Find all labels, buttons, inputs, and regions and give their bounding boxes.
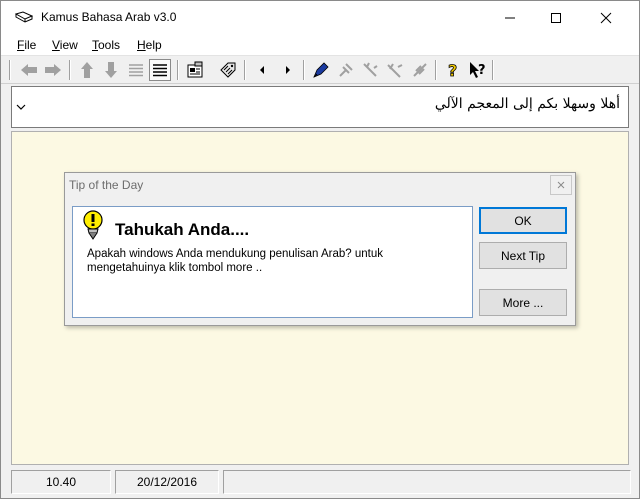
- back-button[interactable]: [18, 59, 40, 81]
- minimize-icon: [505, 17, 515, 18]
- toolbar-separator: [244, 60, 246, 80]
- previous-button[interactable]: [251, 59, 273, 81]
- context-help-button[interactable]: ?: [467, 59, 489, 81]
- detail-view-button[interactable]: [149, 59, 171, 81]
- maximize-icon: [551, 12, 561, 23]
- tool-2-button[interactable]: [359, 59, 381, 81]
- properties-icon: [187, 61, 203, 78]
- tool-4-button[interactable]: [409, 59, 431, 81]
- toolbar-separator: [69, 60, 71, 80]
- status-bar: 10.40 20/12/2016: [1, 467, 639, 498]
- tag-button[interactable]: [217, 59, 239, 81]
- dialog-close-button[interactable]: [550, 175, 572, 195]
- list-view-button[interactable]: [125, 59, 147, 81]
- menu-bar: File View Tools Help: [1, 34, 639, 56]
- svg-text:?: ?: [478, 63, 486, 78]
- window-title: Kamus Bahasa Arab v3.0: [41, 10, 177, 24]
- svg-text:?: ?: [448, 61, 457, 79]
- down-button[interactable]: [100, 59, 122, 81]
- lines-dark-icon: [153, 64, 167, 77]
- minimize-button[interactable]: [487, 1, 533, 34]
- tools-2-icon: [363, 62, 378, 77]
- forward-button[interactable]: [42, 59, 64, 81]
- status-date: 20/12/2016: [115, 470, 219, 494]
- menu-help[interactable]: Help: [137, 38, 162, 52]
- toolbar-separator: [177, 60, 179, 80]
- maximize-button[interactable]: [533, 1, 579, 34]
- triangle-left-icon: [260, 66, 264, 74]
- tools-3-icon: [387, 63, 403, 78]
- chevron-down-icon[interactable]: [15, 101, 27, 113]
- menu-tools[interactable]: Tools: [92, 38, 120, 52]
- word-combo-box[interactable]: أهلا وسهلا بكم إلى المعجم الآلي: [11, 86, 629, 128]
- pen-icon: [313, 62, 329, 78]
- menu-file[interactable]: File: [17, 38, 36, 52]
- next-button[interactable]: [277, 59, 299, 81]
- toolbar: ? ?: [1, 57, 639, 84]
- context-help-icon: ?: [470, 62, 486, 78]
- up-button[interactable]: [76, 59, 98, 81]
- lines-light-icon: [129, 64, 143, 77]
- combo-value: أهلا وسهلا بكم إلى المعجم الآلي: [434, 96, 620, 112]
- arrow-down-icon: [105, 62, 117, 78]
- close-icon: [557, 181, 565, 189]
- app-book-icon: [14, 10, 34, 24]
- arrow-left-icon: [21, 64, 37, 76]
- close-icon: [600, 12, 612, 23]
- dialog-title: Tip of the Day: [69, 178, 144, 192]
- tool-3-button[interactable]: [384, 59, 406, 81]
- arrow-right-icon: [45, 64, 61, 76]
- tip-panel: Tahukah Anda.... Apakah windows Anda men…: [72, 206, 473, 318]
- status-version: 10.40: [11, 470, 111, 494]
- tip-text: Apakah windows Anda mendukung penulisan …: [87, 248, 384, 274]
- close-button[interactable]: [583, 1, 629, 34]
- tools-1-icon: [339, 63, 353, 77]
- title-bar[interactable]: Kamus Bahasa Arab v3.0: [1, 1, 639, 34]
- tip-heading: Tahukah Anda....: [115, 220, 250, 239]
- edit-button[interactable]: [310, 59, 332, 81]
- toolbar-separator: [435, 60, 437, 80]
- triangle-right-icon: [286, 66, 290, 74]
- tip-of-the-day-dialog: Tip of the Day Tahukah Anda.... Apakah w…: [64, 172, 576, 326]
- ok-button[interactable]: OK: [479, 207, 567, 234]
- toolbar-separator: [303, 60, 305, 80]
- toolbar-separator: [492, 60, 494, 80]
- arrow-up-icon: [81, 62, 93, 78]
- help-icon: ?: [448, 61, 458, 79]
- help-button[interactable]: ?: [442, 59, 464, 81]
- more-button[interactable]: More ...: [479, 289, 567, 316]
- tools-4-icon: [413, 63, 427, 77]
- menu-view[interactable]: View: [52, 38, 78, 52]
- toolbar-grip: [9, 60, 11, 80]
- tool-1-button[interactable]: [335, 59, 357, 81]
- next-tip-button[interactable]: Next Tip: [479, 242, 567, 269]
- properties-button[interactable]: [184, 59, 206, 81]
- status-message: [223, 470, 631, 494]
- tag-icon: [220, 62, 236, 78]
- lightbulb-icon: [80, 209, 106, 241]
